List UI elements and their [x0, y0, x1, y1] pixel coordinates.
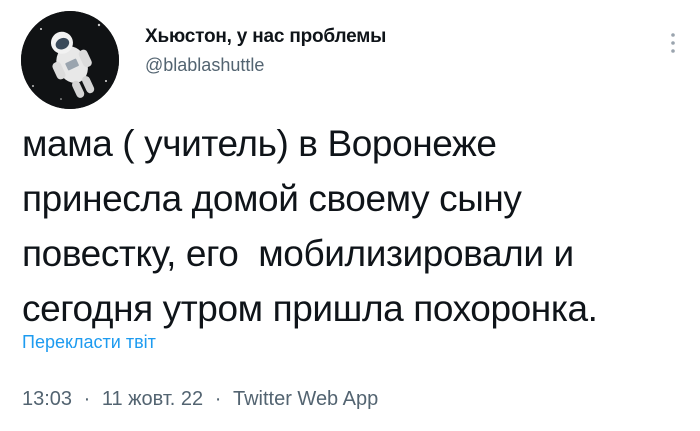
- meta-separator: ·: [83, 388, 91, 410]
- author-handle[interactable]: @blablashuttle: [145, 54, 386, 76]
- astronaut-icon: [21, 11, 119, 109]
- tweet-time[interactable]: 13:03: [22, 388, 72, 410]
- author-display-name[interactable]: Хьюстон, у нас проблемы: [145, 25, 386, 49]
- tweet-date[interactable]: 11 жовт. 22: [102, 388, 203, 410]
- author-block: Хьюстон, у нас проблемы @blablashuttle: [145, 25, 386, 76]
- translate-tweet-link[interactable]: Перекласти твіт: [22, 332, 156, 353]
- more-options-button[interactable]: [658, 28, 688, 58]
- tweet-card: Хьюстон, у нас проблемы @blablashuttle м…: [0, 0, 700, 431]
- meta-separator: ·: [214, 388, 222, 410]
- vertical-dots-icon: [671, 33, 675, 53]
- tweet-meta: 13:03 · 11 жовт. 22 · Twitter Web App: [22, 388, 378, 411]
- tweet-source[interactable]: Twitter Web App: [233, 388, 378, 410]
- tweet-text: мама ( учитель) в Воронеже принесла домо…: [22, 123, 598, 329]
- avatar[interactable]: [21, 11, 119, 109]
